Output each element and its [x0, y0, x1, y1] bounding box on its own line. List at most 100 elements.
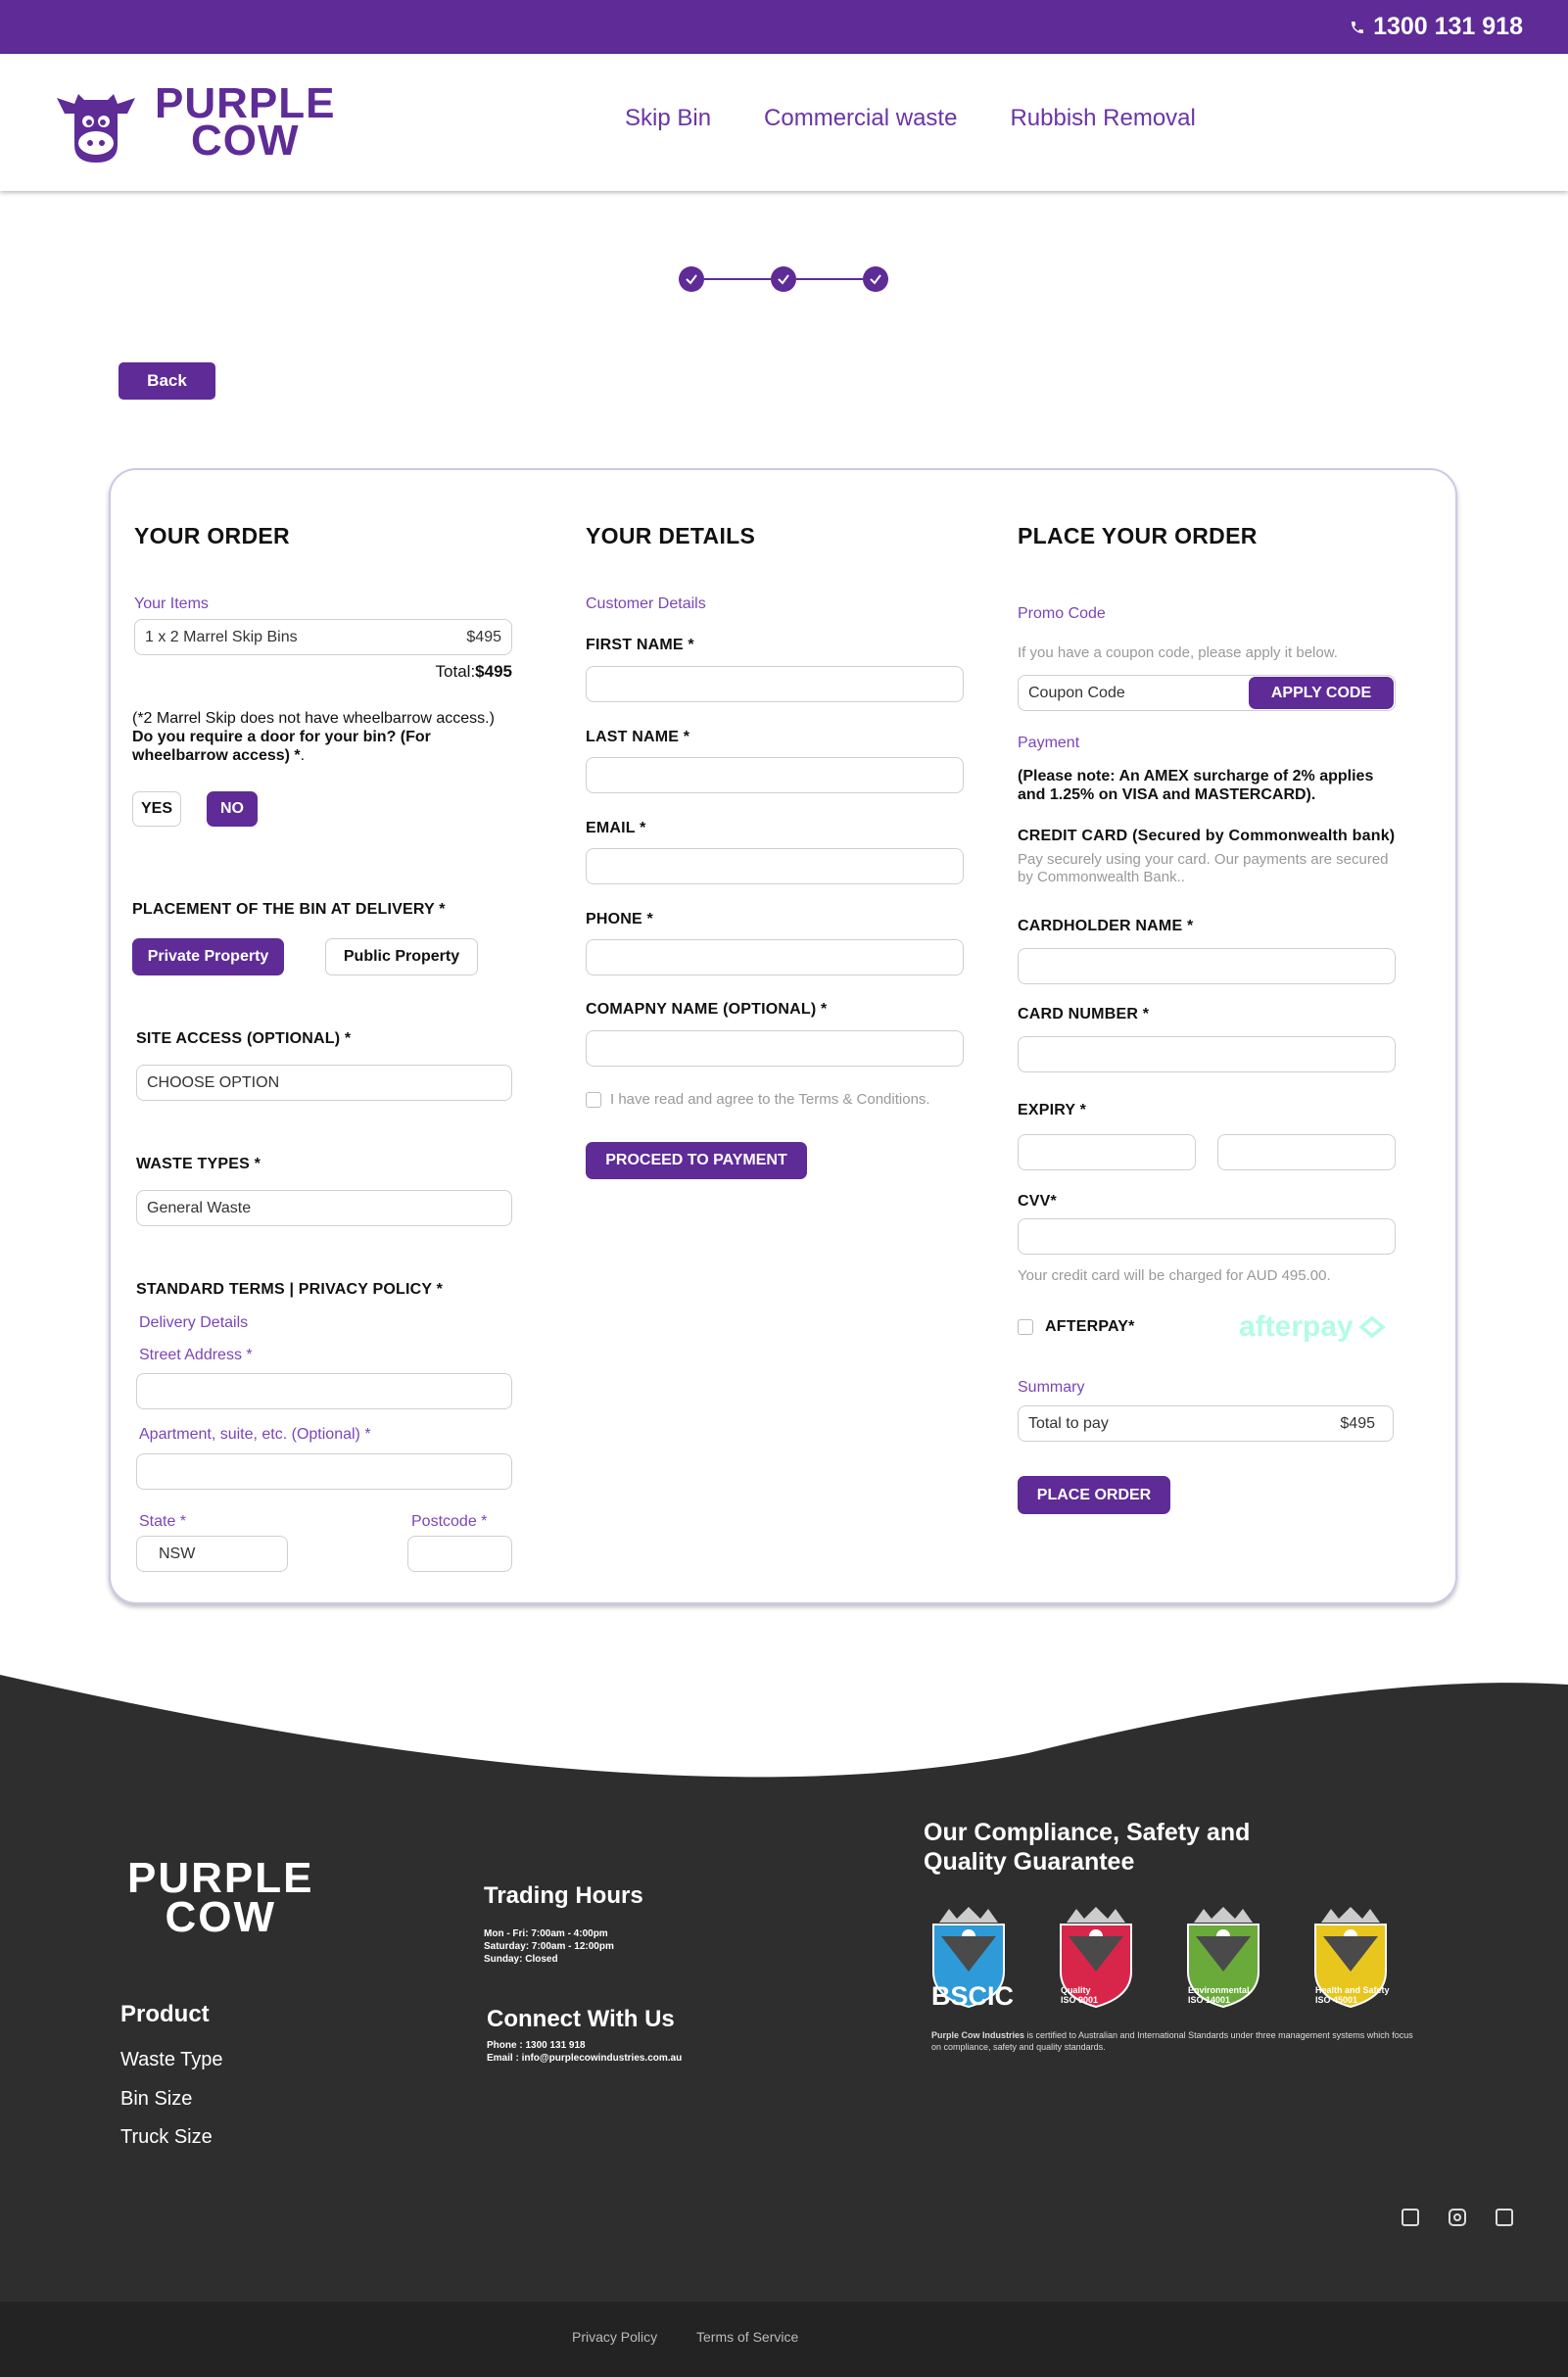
total-to-pay-row: Total to pay $495 [1018, 1405, 1394, 1442]
afterpay-logo: afterpay [1239, 1310, 1387, 1344]
badge-health-safety-name: Health and Safety [1315, 1985, 1390, 1995]
apartment-input[interactable] [136, 1453, 512, 1490]
footer-link-bin-size[interactable]: Bin Size [120, 2088, 192, 2111]
promo-code-hint: If you have a coupon code, please apply … [1018, 644, 1338, 661]
apply-code-button[interactable]: APPLY CODE [1249, 677, 1394, 709]
surcharge-note: (Please note: An AMEX surcharge of 2% ap… [1018, 768, 1374, 803]
badge-environmental-standard: ISO 14001 [1188, 1995, 1231, 2005]
your-order-title: YOUR ORDER [134, 523, 290, 548]
connect-email[interactable]: Email : info@purplecowindustries.com.au [487, 2052, 682, 2065]
order-total-value: $495 [475, 662, 512, 681]
badge-environmental-name: Environmental [1188, 1985, 1250, 1995]
check-icon [870, 274, 881, 285]
cardholder-name-label: CARDHOLDER NAME * [1018, 918, 1194, 934]
badge-quality-standard: ISO 9001 [1061, 1995, 1099, 2005]
expiry-label: EXPIRY * [1018, 1102, 1087, 1118]
card-number-input[interactable] [1018, 1036, 1396, 1072]
step-1-complete [679, 266, 704, 292]
public-property-button[interactable]: Public Property [325, 938, 478, 975]
footer-link-truck-size[interactable]: Truck Size [120, 2126, 213, 2149]
your-items-label: Your Items [134, 595, 209, 612]
connect-details: Phone : 1300 131 918 Email : info@purple… [487, 2039, 682, 2065]
marrel-note: (*2 Marrel Skip does not have wheelbarro… [132, 710, 495, 727]
connect-title: Connect With Us [487, 2006, 675, 2032]
nav-rubbish-removal[interactable]: Rubbish Removal [1010, 105, 1195, 132]
terms-agree-checkbox[interactable] [586, 1091, 601, 1108]
delivery-details-label: Delivery Details [139, 1314, 249, 1331]
place-order-button[interactable]: PLACE ORDER [1018, 1476, 1170, 1514]
cardholder-name-input[interactable] [1018, 948, 1396, 984]
promo-code-label: Promo Code [1018, 605, 1106, 622]
step-connector [704, 278, 771, 280]
terms-agree-row: I have read and agree to the Terms & Con… [586, 1091, 930, 1108]
cow-logo-icon [57, 94, 135, 163]
hours-sunday: Sunday: Closed [484, 1954, 558, 1965]
trading-hours-list: Mon - Fri: 7:00am - 4:00pm Saturday: 7:0… [484, 1927, 614, 1966]
state-select[interactable]: NSW [136, 1536, 288, 1572]
email-input[interactable] [586, 848, 964, 884]
brand-logo[interactable]: PURPLE COW [49, 80, 335, 165]
waste-types-select[interactable]: General Waste [136, 1190, 512, 1226]
cvv-input[interactable] [1018, 1218, 1396, 1255]
afterpay-label: AFTERPAY* [1045, 1318, 1135, 1335]
postcode-input[interactable] [407, 1536, 512, 1572]
proceed-to-payment-button[interactable]: PROCEED TO PAYMENT [586, 1142, 807, 1179]
payment-label: Payment [1018, 735, 1080, 751]
badge-environmental-label: Environmental ISO 14001 [1188, 1985, 1250, 2005]
terms-of-service-link[interactable]: Terms of Service [696, 2329, 798, 2345]
apartment-label: Apartment, suite, etc. (Optional) * [139, 1426, 371, 1443]
total-to-pay-amount: $495 [1340, 1414, 1375, 1432]
street-address-input[interactable] [136, 1373, 512, 1409]
footer-logo-line-2: COW [165, 1893, 276, 1941]
connect-phone[interactable]: Phone : 1300 131 918 [487, 2039, 682, 2052]
badge-bscic: BSCIC [929, 1903, 1014, 2011]
compliance-title-line-1: Our Compliance, Safety and [924, 1819, 1251, 1846]
linkedin-icon[interactable] [1496, 2209, 1513, 2226]
footer-product-title: Product [120, 2001, 210, 2027]
state-label: State * [139, 1513, 187, 1530]
email-label: EMAIL * [586, 820, 646, 836]
site-header: PURPLE COW Skip Bin Commercial waste Rub… [0, 54, 1568, 191]
expiry-month-input[interactable] [1018, 1134, 1196, 1170]
company-label: COMAPNY NAME (OPTIONAL) * [586, 1001, 828, 1018]
nav-commercial-waste[interactable]: Commercial waste [764, 105, 957, 132]
header-phone-link[interactable]: 1300 131 918 [1350, 13, 1523, 41]
instagram-icon[interactable] [1449, 2209, 1466, 2226]
main-nav: Skip Bin Commercial waste Rubbish Remova… [625, 105, 1196, 132]
phone-icon [1352, 21, 1364, 33]
certification-badges: BSCIC Quality ISO 9001 Environmental ISO… [929, 1903, 1390, 2011]
site-footer: PURPLE COW Product Waste Type Bin Size T… [0, 1665, 1568, 2302]
privacy-policy-link[interactable]: Privacy Policy [572, 2329, 657, 2345]
facebook-icon[interactable] [1402, 2209, 1419, 2226]
summary-label: Summary [1018, 1379, 1085, 1396]
company-input[interactable] [586, 1030, 964, 1067]
footer-link-waste-type[interactable]: Waste Type [120, 2049, 223, 2071]
afterpay-checkbox[interactable] [1018, 1319, 1033, 1335]
total-to-pay-label: Total to pay [1028, 1414, 1109, 1432]
compliance-statement: Purple Cow Industries is certified to Au… [931, 2029, 1421, 2053]
phone-label: PHONE * [586, 911, 653, 927]
private-property-button[interactable]: Private Property [132, 938, 284, 975]
door-question-end: . [300, 747, 306, 764]
order-item-price: $495 [466, 628, 501, 645]
afterpay-arrows-icon [1357, 1315, 1386, 1339]
back-button[interactable]: Back [119, 362, 215, 400]
terms-privacy-label: STANDARD TERMS | PRIVACY POLICY * [136, 1281, 444, 1298]
site-access-select[interactable]: CHOOSE OPTION [136, 1065, 512, 1101]
place-order-title: PLACE YOUR ORDER [1018, 523, 1258, 548]
logo-wordmark: PURPLE COW [155, 82, 335, 163]
last-name-label: LAST NAME * [586, 729, 690, 745]
afterpay-row: AFTERPAY* [1018, 1318, 1135, 1336]
last-name-input[interactable] [586, 757, 964, 793]
phone-input[interactable] [586, 939, 964, 975]
door-yes-button[interactable]: YES [132, 791, 181, 827]
placement-label: PLACEMENT OF THE BIN AT DELIVERY * [132, 901, 446, 918]
first-name-input[interactable] [586, 666, 964, 702]
credit-card-hint: Pay securely using your card. Our paymen… [1018, 851, 1389, 885]
expiry-year-input[interactable] [1217, 1134, 1396, 1170]
nav-skip-bin[interactable]: Skip Bin [625, 105, 711, 132]
door-no-button[interactable]: NO [207, 791, 258, 827]
badge-bscic-label: BSCIC [931, 1981, 1015, 2011]
footer-logo[interactable]: PURPLE COW [127, 1857, 313, 1941]
order-total: Total:$495 [134, 662, 512, 682]
